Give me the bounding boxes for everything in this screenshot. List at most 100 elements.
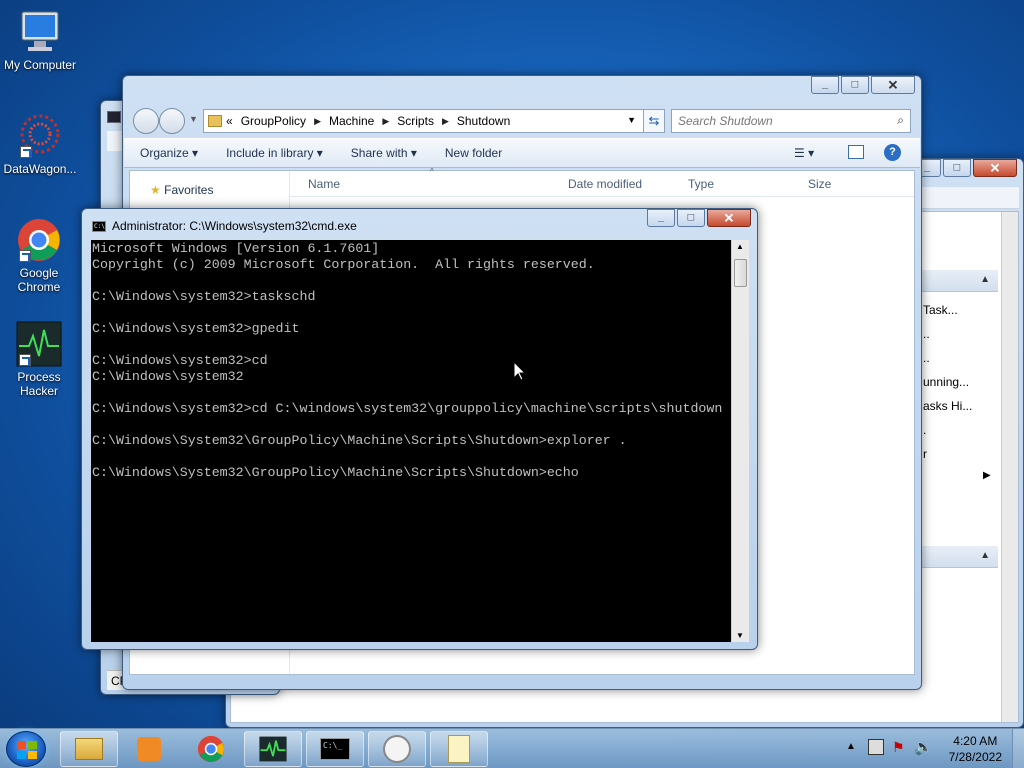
- view-options-icon[interactable]: ☰ ▾: [794, 146, 814, 160]
- clock-time: 4:20 AM: [953, 734, 998, 748]
- media-player-icon: [137, 737, 161, 761]
- desktop-icon-process-hacker[interactable]: Process Hacker: [0, 320, 78, 398]
- recent-pages-chevron-icon[interactable]: ▼: [189, 114, 198, 124]
- taskbar-cmd[interactable]: C:\_: [306, 731, 364, 767]
- minimize-button[interactable]: _: [647, 209, 675, 227]
- help-icon[interactable]: ?: [884, 144, 901, 161]
- address-bar[interactable]: « GroupPolicy ▶ Machine ▶ Scripts ▶ Shut…: [203, 109, 665, 133]
- breadcrumb-item[interactable]: GroupPolicy: [237, 114, 310, 128]
- chrome-icon: [15, 216, 63, 264]
- desktop-icon-chrome[interactable]: Google Chrome: [0, 216, 78, 294]
- close-button[interactable]: ✕: [871, 76, 915, 94]
- new-folder-button[interactable]: New folder: [445, 146, 502, 160]
- forward-button[interactable]: [159, 108, 185, 134]
- datawagon-icon: [16, 112, 64, 160]
- column-size[interactable]: Size: [808, 177, 831, 191]
- folder-icon: [208, 115, 222, 127]
- action-item[interactable]: ..: [923, 322, 1003, 346]
- breadcrumb-item[interactable]: Shutdown: [453, 114, 514, 128]
- clock-icon: [383, 735, 411, 763]
- search-placeholder: Search Shutdown: [678, 114, 773, 128]
- caption-buttons: _ □ ✕: [645, 209, 751, 227]
- sort-arrow-icon: ^: [430, 167, 434, 176]
- breadcrumb-separator-icon[interactable]: ▶: [378, 116, 393, 127]
- share-with-button[interactable]: Share with ▾: [351, 146, 417, 160]
- command-bar: Organize ▾ Include in library ▾ Share wi…: [124, 138, 920, 168]
- folder-icon: [75, 738, 103, 760]
- column-type[interactable]: Type: [688, 177, 714, 191]
- breadcrumb-separator-icon[interactable]: ▶: [438, 116, 453, 127]
- collapse-up-icon[interactable]: ▲: [980, 274, 990, 285]
- cmd-title: Administrator: C:\Windows\system32\cmd.e…: [112, 219, 357, 233]
- action-center-icon[interactable]: ⚑: [892, 739, 908, 755]
- volume-icon[interactable]: 🔈: [914, 738, 933, 756]
- overflow-chevron-icon[interactable]: «: [222, 114, 237, 128]
- organize-button[interactable]: Organize ▾: [140, 146, 198, 160]
- shortcut-arrow-icon: [19, 250, 31, 262]
- include-in-library-button[interactable]: Include in library ▾: [226, 146, 323, 160]
- action-item[interactable]: ..: [923, 346, 1003, 370]
- start-button[interactable]: [6, 731, 46, 767]
- submenu-arrow-icon[interactable]: ▶: [983, 470, 991, 481]
- favorites-item[interactable]: ★ Favorites: [150, 183, 213, 197]
- search-input[interactable]: Search Shutdown ⌕: [671, 109, 911, 133]
- navigation-bar: ▼ « GroupPolicy ▶ Machine ▶ Scripts ▶ Sh…: [131, 106, 913, 136]
- taskbar-chrome[interactable]: [182, 731, 240, 767]
- taskbar-media-player[interactable]: [120, 731, 178, 767]
- network-icon[interactable]: [868, 739, 884, 755]
- desktop-icon-datawagon[interactable]: DataWagon...: [0, 112, 80, 176]
- desktop-icon-label: DataWagon...: [3, 162, 77, 176]
- back-button[interactable]: [133, 108, 159, 134]
- action-item[interactable]: Task...: [923, 298, 1003, 322]
- minimize-button[interactable]: _: [811, 76, 839, 94]
- collapse-up-icon[interactable]: ▲: [980, 550, 990, 561]
- taskbar-process-hacker[interactable]: [244, 731, 302, 767]
- desktop-icon-label: My Computer: [3, 58, 77, 72]
- chrome-icon: [197, 735, 225, 763]
- desktop-icon-my-computer[interactable]: My Computer: [0, 8, 80, 72]
- taskbar-explorer[interactable]: [60, 731, 118, 767]
- maximize-button[interactable]: □: [841, 76, 869, 94]
- mouse-cursor-icon: [514, 362, 526, 381]
- action-item[interactable]: r: [923, 442, 1003, 466]
- breadcrumb-separator-icon[interactable]: ▶: [310, 116, 325, 127]
- action-item[interactable]: asks Hi...: [923, 394, 1003, 418]
- refresh-icon[interactable]: ⇆: [643, 109, 665, 133]
- column-date-modified[interactable]: Date modified: [568, 177, 642, 191]
- action-item[interactable]: unning...: [923, 370, 1003, 394]
- breadcrumb-item[interactable]: Machine: [325, 114, 378, 128]
- cmd-window[interactable]: C:\ Administrator: C:\Windows\system32\c…: [81, 208, 758, 650]
- console-scrollbar[interactable]: ▲ ▼: [731, 240, 749, 642]
- desktop-icon-label: Process Hacker: [17, 370, 61, 398]
- console-output[interactable]: Microsoft Windows [Version 6.1.7601] Cop…: [91, 240, 731, 642]
- preview-pane-icon[interactable]: [848, 145, 864, 159]
- scroll-up-icon[interactable]: ▲: [736, 242, 744, 251]
- taskbar-task-scheduler[interactable]: [368, 731, 426, 767]
- column-headers: Name ^ Date modified Type Size: [290, 167, 914, 197]
- cmd-icon: C:\: [92, 221, 106, 232]
- maximize-button[interactable]: □: [677, 209, 705, 227]
- maximize-button[interactable]: □: [943, 159, 971, 177]
- process-hacker-icon: [259, 736, 287, 762]
- task-manager-icon: [107, 111, 121, 123]
- scroll-down-icon[interactable]: ▼: [736, 631, 744, 640]
- show-desktop-button[interactable]: [1012, 729, 1024, 768]
- system-clock[interactable]: 4:20 AM 7/28/2022: [949, 733, 1002, 765]
- action-item[interactable]: .: [923, 418, 1003, 442]
- close-button[interactable]: ✕: [707, 209, 751, 227]
- scroll-thumb[interactable]: [734, 259, 747, 287]
- show-hidden-icons-chevron-icon[interactable]: ▲: [846, 741, 856, 752]
- vertical-scrollbar[interactable]: [1001, 212, 1018, 722]
- address-dropdown-icon[interactable]: ▼: [623, 115, 640, 125]
- search-icon[interactable]: ⌕: [897, 113, 904, 128]
- close-button[interactable]: ✕: [973, 159, 1017, 177]
- taskbar-notepad[interactable]: [430, 731, 488, 767]
- taskbar: C:\_ ▲ ⚑ 🔈 4:20 AM 7/28/2022: [0, 728, 1024, 768]
- breadcrumb-item[interactable]: Scripts: [393, 114, 438, 128]
- star-icon: ★: [150, 183, 161, 197]
- desktop-icon-label: Google Chrome: [17, 266, 61, 294]
- windows-logo-icon: [17, 741, 37, 759]
- process-hacker-icon: [15, 320, 63, 368]
- column-name[interactable]: Name: [308, 177, 340, 191]
- actions-list: Task... .. .. unning... asks Hi... . r: [923, 298, 1003, 466]
